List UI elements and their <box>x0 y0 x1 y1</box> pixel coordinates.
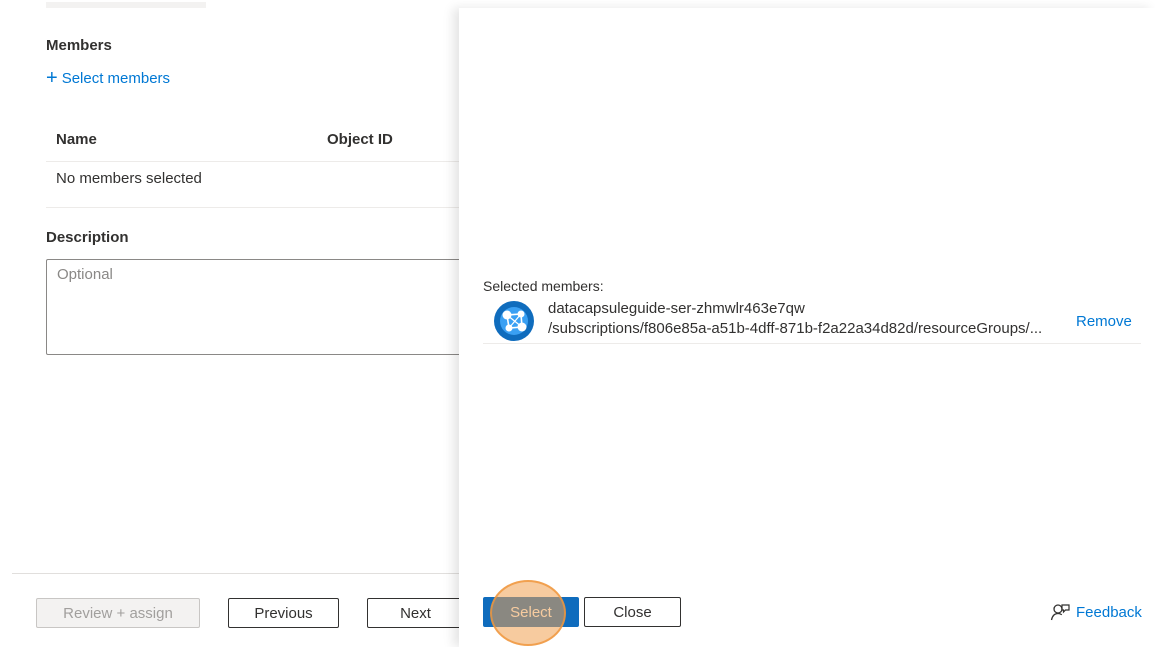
description-section-title: Description <box>46 229 129 246</box>
selected-member-row: datacapsuleguide-ser-zhmwlr463e7qw /subs… <box>483 298 1141 344</box>
header-divider <box>46 161 460 162</box>
select-button[interactable]: Select <box>483 597 579 627</box>
select-members-label: Select members <box>61 69 171 87</box>
role-assignment-blade: Members + Select members Name Object ID … <box>0 0 466 647</box>
faded-previous-content <box>46 2 206 8</box>
description-field[interactable] <box>46 259 466 355</box>
close-button[interactable]: Close <box>584 597 681 627</box>
feedback-link[interactable]: Feedback <box>1050 602 1142 622</box>
select-members-panel: Selected members: datacapsuleguide-ser-z… <box>459 8 1155 647</box>
no-members-text: No members selected <box>56 170 202 187</box>
members-section-title: Members <box>46 37 112 54</box>
column-header-name: Name <box>56 131 97 148</box>
feedback-icon <box>1050 604 1070 621</box>
member-name: datacapsuleguide-ser-zhmwlr463e7qw <box>548 300 805 317</box>
review-assign-button[interactable]: Review + assign <box>36 598 200 628</box>
select-members-link[interactable]: + Select members <box>46 67 171 89</box>
member-resource-path: /subscriptions/f806e85a-a51b-4dff-871b-f… <box>548 320 1043 337</box>
remove-member-link[interactable]: Remove <box>1076 313 1132 330</box>
managed-identity-icon <box>494 301 534 341</box>
selected-members-label: Selected members: <box>483 278 604 294</box>
previous-button[interactable]: Previous <box>228 598 339 628</box>
next-button[interactable]: Next <box>367 598 464 628</box>
plus-icon: + <box>46 67 58 89</box>
table-bottom-divider <box>46 207 460 208</box>
column-header-object-id: Object ID <box>327 131 393 148</box>
feedback-label: Feedback <box>1076 603 1142 621</box>
